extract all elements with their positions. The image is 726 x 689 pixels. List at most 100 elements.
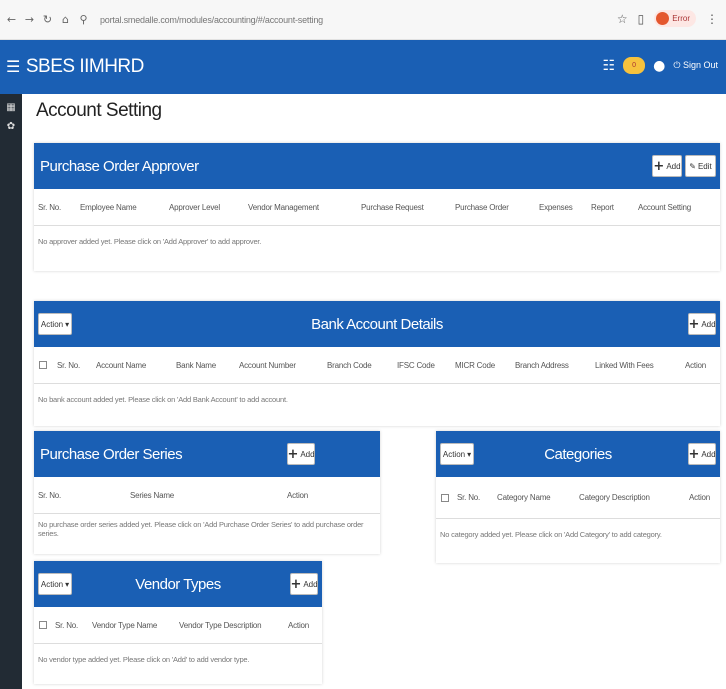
browser-toolbar: ← → ↻ ⌂ ⚲ portal.smedalle.com/modules/ac…	[0, 0, 726, 40]
column-header: Category Description	[579, 493, 650, 502]
column-header: Category Name	[497, 493, 551, 502]
column-header: Sr. No.	[38, 202, 62, 212]
plus-icon: +	[290, 576, 302, 592]
caret-down-icon: ▾	[467, 449, 472, 459]
profile-button[interactable]: Error	[654, 10, 696, 27]
purchase-order-approver-panel: Purchase Order Approver + Add ✎ Edit Sr. N…	[34, 143, 720, 271]
column-header: Expenses	[539, 202, 573, 212]
brand: ☰ SBES IIMHRD	[6, 56, 144, 78]
panel-header: Action ▾ Categories + Add	[436, 431, 720, 477]
plus-icon: +	[287, 446, 299, 462]
gear-icon[interactable]: ✿	[0, 121, 22, 132]
forward-arrow-icon[interactable]: →	[23, 13, 36, 26]
sign-out-label: Sign Out	[682, 60, 718, 70]
table-header: Sr. No. Vendor Type Name Vendor Type Des…	[34, 607, 322, 644]
extensions-icon[interactable]: ▯	[638, 12, 645, 26]
page-title: Account Setting	[36, 100, 162, 121]
action-label: Action	[40, 319, 64, 329]
panel-header: Action ▾ Vendor Types + Add	[34, 561, 322, 607]
caret-down-icon: ▾	[65, 319, 70, 329]
column-header: Series Name	[130, 490, 175, 500]
column-header: Vendor Type Description	[179, 620, 262, 630]
edit-icon: ✎	[689, 161, 696, 171]
grid-icon[interactable]: ☷	[603, 58, 616, 74]
add-label: Add	[303, 579, 318, 589]
column-header: Account Number	[239, 360, 296, 370]
column-header: Sr. No.	[457, 493, 481, 502]
reload-icon[interactable]: ↻	[41, 13, 54, 26]
column-header: Action	[689, 493, 711, 502]
plus-icon: +	[688, 316, 700, 332]
column-header: MICR Code	[455, 360, 495, 370]
select-all-checkbox[interactable]	[39, 361, 47, 369]
action-dropdown[interactable]: Action ▾	[38, 573, 72, 595]
column-header: Report	[591, 202, 614, 212]
brand-title: SBES IIMHRD	[25, 56, 145, 77]
column-header: Bank Name	[176, 360, 216, 370]
add-category-button[interactable]: + Add	[688, 443, 716, 465]
empty-message: No approver added yet. Please click on '…	[38, 236, 262, 246]
action-label: Action	[40, 579, 64, 589]
star-icon[interactable]: ☆	[617, 12, 628, 26]
add-series-button[interactable]: + Add	[287, 443, 315, 465]
add-vendor-type-button[interactable]: + Add	[290, 573, 318, 595]
back-arrow-icon[interactable]: ←	[5, 13, 18, 26]
edit-label: Edit	[697, 161, 712, 171]
app-header: ☰ SBES IIMHRD ☷ 0 ● ⏻ Sign Out	[0, 40, 726, 94]
select-all-checkbox[interactable]	[441, 494, 449, 502]
home-icon[interactable]: ⌂	[59, 13, 72, 26]
panel-header: Action ▾ Bank Account Details + Add	[34, 301, 720, 347]
column-header: Employee Name	[80, 202, 137, 212]
add-label: Add	[701, 449, 716, 459]
site-info-icon[interactable]: ⚲	[77, 13, 90, 26]
categories-panel: Action ▾ Categories + Add Sr. No. Category…	[436, 431, 720, 563]
panel-title: Purchase Order Approver	[40, 157, 199, 175]
action-dropdown[interactable]: Action ▾	[38, 313, 72, 335]
add-bank-account-button[interactable]: + Add	[688, 313, 716, 335]
column-header: Action	[685, 360, 707, 370]
hamburger-menu-icon[interactable]: ☰	[6, 57, 20, 76]
empty-message: No purchase order series added yet. Plea…	[38, 520, 364, 538]
panel-title: Bank Account Details	[311, 315, 443, 333]
add-label: Add	[701, 319, 716, 329]
sidebar: ▦ ✿	[0, 94, 22, 689]
panel-header: Purchase Order Series + Add	[34, 431, 380, 477]
column-header: Sr. No.	[55, 620, 79, 630]
user-icon[interactable]: ●	[653, 58, 665, 74]
profile-label: Error	[672, 14, 690, 23]
sign-out-button[interactable]: ⏻ Sign Out	[673, 60, 718, 71]
column-header: Action	[288, 620, 310, 630]
action-dropdown[interactable]: Action ▾	[440, 443, 474, 465]
kebab-menu-icon[interactable]: ⋮	[706, 12, 718, 26]
panel-title: Vendor Types	[135, 575, 221, 593]
column-header: IFSC Code	[397, 360, 435, 370]
plus-icon: +	[653, 158, 665, 174]
column-header: Linked With Fees	[595, 360, 654, 370]
caret-down-icon: ▾	[65, 579, 70, 589]
column-header: Branch Code	[327, 360, 372, 370]
column-header: Purchase Order	[455, 202, 509, 212]
action-label: Action	[442, 449, 466, 459]
table-header: Sr. No. Account Name Bank Name Account N…	[34, 347, 720, 384]
column-header: Account Name	[96, 360, 147, 370]
panel-header: Purchase Order Approver + Add ✎ Edit	[34, 143, 720, 189]
grid-icon[interactable]: ▦	[0, 102, 22, 113]
bell-icon[interactable]: 0	[623, 57, 646, 74]
select-all-checkbox[interactable]	[39, 621, 47, 629]
bank-account-panel: Action ▾ Bank Account Details + Add Sr. No…	[34, 301, 720, 426]
column-header: Sr. No.	[57, 360, 81, 370]
column-header: Vendor Type Name	[92, 620, 158, 630]
avatar	[656, 12, 670, 25]
add-approver-button[interactable]: + Add	[652, 155, 682, 177]
panel-title: Purchase Order Series	[40, 445, 183, 463]
table-header: Sr. No. Employee Name Approver Level Ven…	[34, 189, 720, 226]
table-header: Sr. No. Series Name Action	[34, 477, 380, 514]
column-header: Approver Level	[169, 202, 221, 212]
empty-message: No category added yet. Please click on '…	[440, 529, 662, 539]
address-bar[interactable]: portal.smedalle.com/modules/accounting/#…	[100, 15, 323, 25]
panel-title: Categories	[544, 445, 612, 463]
empty-message: No bank account added yet. Please click …	[38, 394, 288, 404]
edit-approver-button[interactable]: ✎ Edit	[685, 155, 716, 177]
column-header: Account Setting	[638, 202, 692, 212]
column-header: Vendor Management	[248, 202, 319, 212]
